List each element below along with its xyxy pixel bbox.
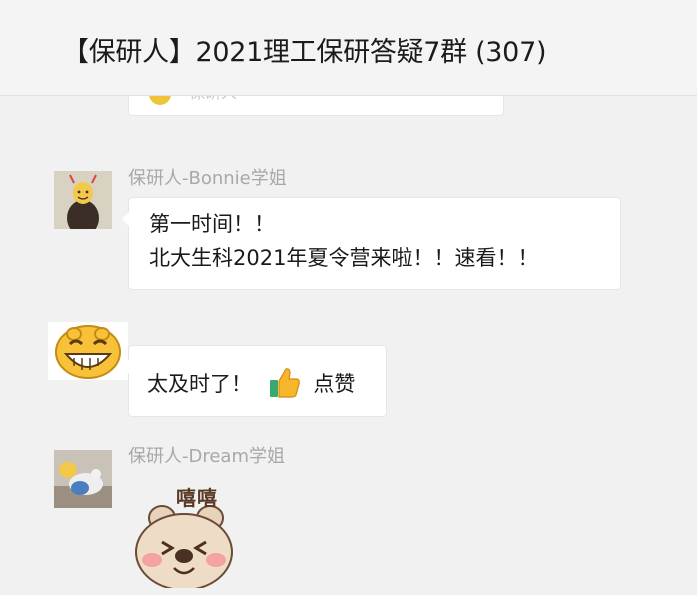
bubble-tail [122, 212, 129, 226]
sticker-text: 嘻嘻 [176, 486, 218, 510]
message-bubble[interactable]: 太及时了！ 点赞 [122, 345, 387, 417]
message-line: 第一时间！！ [149, 212, 275, 236]
chat-header: 【保研人】2021理工保研答疑7群 (307) [0, 0, 697, 96]
message-bubble[interactable]: 第一时间！！ 北大生科2021年夏令营来啦！！速看！！ [122, 197, 621, 290]
message-list[interactable]: 保研人 保研人-Bonnie学姐 第一时间！！ 北大生科2021年夏令营来啦！！… [0, 96, 697, 595]
avatar-laughing-emoji[interactable] [48, 322, 128, 380]
partial-message-card[interactable]: 保研人 [128, 96, 504, 116]
message-text: 太及时了！ [147, 372, 252, 396]
mini-program-icon [149, 96, 171, 105]
sender-name: 保研人-Dream学姐 [128, 446, 285, 467]
avatar-dream[interactable] [54, 450, 112, 508]
thumbs-up-icon [267, 365, 301, 409]
bubble-tail [122, 360, 129, 374]
bear-sticker[interactable]: 嘻嘻 [128, 476, 240, 591]
sender-name: 保研人-Bonnie学姐 [128, 168, 287, 189]
partial-card-text: 保研人 [189, 96, 237, 110]
message-text: 点赞 [313, 372, 356, 396]
group-title: 【保研人】2021理工保研答疑7群 (307) [62, 37, 547, 68]
message-line: 北大生科2021年夏令营来啦！！速看！！ [149, 246, 539, 270]
avatar-bonnie[interactable] [54, 171, 112, 229]
